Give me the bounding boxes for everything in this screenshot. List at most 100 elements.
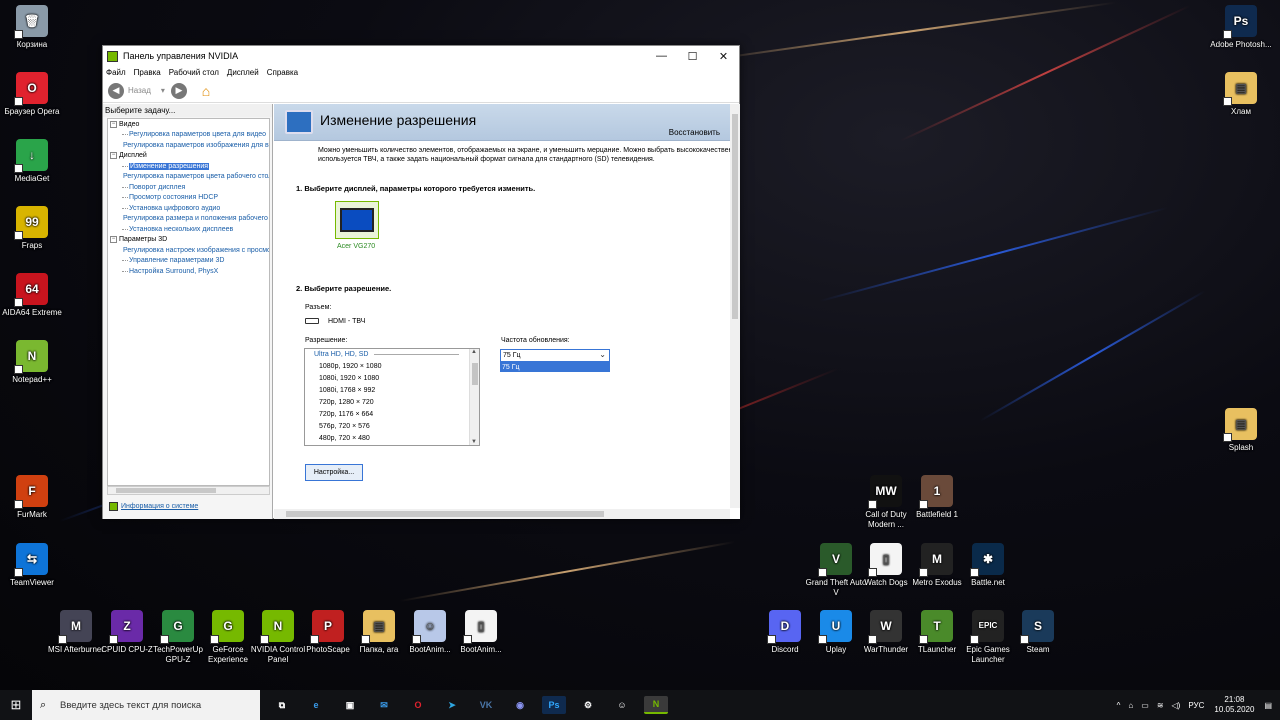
collapse-toggle-icon[interactable]: − <box>110 120 117 128</box>
desktop-icon[interactable]: ▯ BootAnim... <box>449 610 513 655</box>
forward-button[interactable]: ▶ <box>170 82 187 99</box>
desktop-icon[interactable]: N Notepad++ <box>0 340 64 385</box>
tree-task-item[interactable]: Регулировка параметров цвета для видео <box>108 130 269 141</box>
history-dropdown-icon[interactable]: ▾ <box>161 86 165 95</box>
clock[interactable]: 21:08 10.05.2020 <box>1214 695 1254 715</box>
scroll-thumb[interactable] <box>732 114 738 319</box>
resolution-list[interactable]: Ultra HD, HD, SD 1080p, 1920 × 1080 1080i… <box>304 348 480 446</box>
battery-icon[interactable]: ▭ <box>1141 701 1149 710</box>
resolution-option[interactable]: 1080i, 1768 × 992 <box>305 384 479 396</box>
customize-button[interactable]: Настройка... <box>305 464 363 481</box>
resolution-option[interactable]: 480p, 720 × 480 <box>305 432 479 444</box>
tree-horizontal-scrollbar[interactable] <box>107 486 270 495</box>
bootanim-icon[interactable]: ☺ <box>610 696 634 714</box>
desktop-icon[interactable]: ▤ Splash <box>1209 408 1273 453</box>
desktop-icon[interactable]: ↓ MediaGet <box>0 139 64 184</box>
photoshop-icon[interactable]: Ps <box>542 696 566 714</box>
menu-bar: Файл Правка Рабочий стол Дисплей Справка <box>103 66 739 79</box>
tree-task-item[interactable]: Управление параметрами 3D <box>108 256 269 267</box>
restore-link[interactable]: Восстановить <box>669 128 720 137</box>
start-button[interactable]: ⊞ <box>0 690 32 720</box>
desktop-icon[interactable]: ⇆ TeamViewer <box>0 543 64 588</box>
scroll-up-icon[interactable]: ▲ <box>471 349 477 355</box>
network-icon[interactable]: ⌂ <box>1128 701 1133 710</box>
vk-icon[interactable]: VK <box>474 696 498 714</box>
scroll-down-icon[interactable]: ▼ <box>471 439 477 445</box>
scroll-thumb[interactable] <box>286 511 604 517</box>
tree-task-item[interactable]: Регулировка параметров цвета рабочего ст… <box>108 172 269 183</box>
app-icon: ↓ <box>14 139 48 173</box>
home-button[interactable]: ⌂ <box>197 82 215 100</box>
content-horizontal-scrollbar[interactable] <box>274 509 730 519</box>
tree-task-item[interactable]: Настройка Surround, PhysX <box>108 266 269 277</box>
tree-task-item[interactable]: Просмотр состояния HDCP <box>108 193 269 204</box>
tree-category[interactable]: − Параметры 3D <box>108 235 269 246</box>
tree-category[interactable]: − Дисплей <box>108 151 269 162</box>
menu-item[interactable]: Правка <box>134 68 161 77</box>
app-glyph-icon: S <box>1033 619 1042 633</box>
nvidia-taskbar-icon[interactable]: N <box>644 696 668 714</box>
store-icon[interactable]: ▣ <box>338 696 362 714</box>
resolution-option[interactable]: 720p, 1176 × 664 <box>305 408 479 420</box>
app-icon: T <box>919 610 953 644</box>
input-language[interactable]: РУС <box>1188 701 1204 710</box>
title-bar[interactable]: Панель управления NVIDIA — ☐ ✕ <box>103 46 739 66</box>
taskbar-search[interactable]: ⌕ Введите здесь текст для поиска <box>32 690 260 720</box>
tree-category[interactable]: − Видео <box>108 119 269 130</box>
tree-task-item[interactable]: Регулировка настроек изображения с просм… <box>108 245 269 256</box>
tree-task-item[interactable]: Изменение разрешения <box>108 161 269 172</box>
menu-item[interactable]: Файл <box>106 68 126 77</box>
desktop-icon[interactable]: S Steam <box>1006 610 1070 655</box>
tree-task-item[interactable]: Установка цифрового аудио <box>108 203 269 214</box>
scroll-thumb[interactable] <box>116 488 216 493</box>
desktop-icon[interactable]: ▤ Хлам <box>1209 72 1273 117</box>
maximize-button[interactable]: ☐ <box>677 46 708 66</box>
collapse-toggle-icon[interactable]: − <box>110 152 117 160</box>
desktop-icon[interactable]: 99 Fraps <box>0 206 64 251</box>
resolution-list-scrollbar[interactable]: ▲ ▼ <box>469 349 479 445</box>
refresh-rate-option[interactable]: 75 Гц <box>500 362 610 372</box>
scroll-thumb[interactable] <box>472 363 478 385</box>
telegram-icon[interactable]: ➤ <box>440 696 464 714</box>
minimize-button[interactable]: — <box>646 46 677 66</box>
resolution-option[interactable]: 720p, 1280 × 720 <box>305 396 479 408</box>
desktop-icon[interactable]: 64 AIDA64 Extreme <box>0 273 64 318</box>
wallpaper-streak <box>979 290 1206 422</box>
desktop-icon[interactable]: Ps Adobe Photosh... <box>1209 5 1273 50</box>
display-selector-acer[interactable] <box>335 201 379 239</box>
desktop-icon[interactable]: F FurMark <box>0 475 64 520</box>
discord-icon[interactable]: ◉ <box>508 696 532 714</box>
tree-task-item[interactable]: Поворот дисплея <box>108 182 269 193</box>
edge-icon[interactable]: e <box>304 696 328 714</box>
app-glyph-icon: M <box>932 552 942 566</box>
refresh-rate-select[interactable]: 75 Гц ⌄ <box>500 349 610 362</box>
content-vertical-scrollbar[interactable] <box>730 104 740 508</box>
desktop-icon[interactable]: 1 Battlefield 1 <box>905 475 969 520</box>
menu-item[interactable]: Рабочий стол <box>169 68 219 77</box>
tray-chevron-up-icon[interactable]: ^ <box>1117 701 1121 710</box>
collapse-toggle-icon[interactable]: − <box>110 236 117 244</box>
wifi-icon[interactable]: ≋ <box>1157 701 1164 710</box>
mail-icon[interactable]: ✉ <box>372 696 396 714</box>
app-glyph-icon: 1 <box>933 484 941 498</box>
task-view-icon[interactable]: ⧉ <box>270 696 294 714</box>
resolution-option[interactable]: 1080p, 1920 × 1080 <box>305 360 479 372</box>
menu-item[interactable]: Дисплей <box>227 68 259 77</box>
desktop-icon[interactable]: ✱ Battle.net <box>956 543 1020 588</box>
resolution-option[interactable]: 1080i, 1920 × 1080 <box>305 372 479 384</box>
tree-task-item[interactable]: Регулировка размера и положения рабочего… <box>108 214 269 225</box>
back-button[interactable]: ◀ <box>108 82 124 99</box>
notifications-icon[interactable]: ▤ <box>1264 701 1272 710</box>
opera-icon[interactable]: O <box>406 696 430 714</box>
system-info-link[interactable]: Информация о системе <box>109 502 198 511</box>
close-button[interactable]: ✕ <box>708 46 739 66</box>
shortcut-arrow-icon <box>14 500 23 509</box>
menu-item[interactable]: Справка <box>267 68 298 77</box>
volume-icon[interactable]: ◁) <box>1172 701 1181 710</box>
desktop-icon[interactable]: 🗑 Корзина <box>0 5 64 50</box>
tree-task-item[interactable]: Регулировка параметров изображения для в… <box>108 140 269 151</box>
tree-task-item[interactable]: Установка нескольких дисплеев <box>108 224 269 235</box>
settings-icon[interactable]: ⚙ <box>576 696 600 714</box>
resolution-option[interactable]: 576p, 720 × 576 <box>305 420 479 432</box>
desktop-icon[interactable]: O Браузер Opera <box>0 72 64 117</box>
